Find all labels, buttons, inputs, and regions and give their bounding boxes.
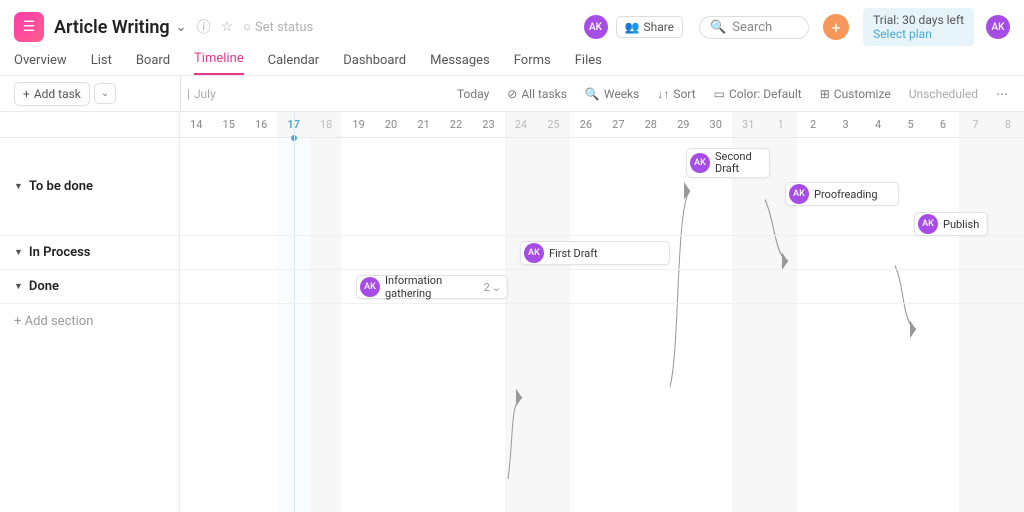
date-1: 1 [764, 112, 796, 137]
unscheduled-button[interactable]: Unscheduled [909, 87, 978, 101]
section-in-process[interactable]: ▼In Process [0, 236, 179, 270]
date-15: 15 [212, 112, 244, 137]
date-14: 14 [180, 112, 212, 137]
chevron-down-icon[interactable]: ⌄ [176, 20, 187, 35]
date-22: 22 [440, 112, 472, 137]
date-2: 2 [797, 112, 829, 137]
date-23: 23 [472, 112, 504, 137]
task-label: Proofreading [814, 188, 878, 201]
tab-files[interactable]: Files [575, 53, 602, 75]
add-task-dropdown[interactable]: ⌄ [94, 83, 116, 104]
color-button[interactable]: ▭ Color: Default [714, 87, 802, 101]
date-16: 16 [245, 112, 277, 137]
date-27: 27 [602, 112, 634, 137]
avatar: AK [789, 184, 809, 204]
section-to-be-done[interactable]: ▼To be done [0, 138, 179, 236]
app-logo[interactable]: ☰ [14, 12, 44, 42]
select-plan-link[interactable]: Select plan [873, 27, 964, 41]
date-6: 6 [927, 112, 959, 137]
caret-down-icon: ▼ [14, 181, 23, 192]
date-3: 3 [829, 112, 861, 137]
task-second-draft[interactable]: AK SecondDraft [686, 148, 770, 178]
star-icon[interactable]: ☆ [221, 19, 234, 35]
add-section-button[interactable]: + Add section [0, 304, 179, 339]
date-19: 19 [342, 112, 374, 137]
task-information-gathering[interactable]: AK Information gathering 2 ⌄ [356, 275, 508, 299]
zoom-weeks[interactable]: 🔍 Weeks [585, 87, 639, 101]
set-status-label: Set status [255, 20, 313, 35]
task-label: SecondDraft [715, 151, 752, 175]
tab-dashboard[interactable]: Dashboard [343, 53, 406, 75]
task-proofreading[interactable]: AK Proofreading [785, 182, 899, 206]
user-avatar[interactable]: AK [986, 15, 1010, 39]
tab-messages[interactable]: Messages [430, 53, 490, 75]
task-label: Publish [943, 218, 979, 231]
avatar: AK [524, 243, 544, 263]
avatar: AK [918, 214, 938, 234]
set-status-button[interactable]: ○ Set status [243, 19, 313, 35]
search-icon: 🔍 [710, 20, 726, 35]
month-label: | July [180, 76, 216, 111]
share-label: Share [643, 20, 674, 34]
date-5: 5 [894, 112, 926, 137]
date-8: 8 [992, 112, 1024, 137]
date-26: 26 [570, 112, 602, 137]
date-25: 25 [537, 112, 569, 137]
tab-list[interactable]: List [91, 53, 112, 75]
task-label: First Draft [549, 247, 598, 260]
tab-forms[interactable]: Forms [514, 53, 551, 75]
trial-text: Trial: 30 days left [873, 13, 964, 27]
share-button[interactable]: 👥Share [616, 16, 684, 38]
date-21: 21 [407, 112, 439, 137]
member-avatar[interactable]: AK [584, 15, 608, 39]
date-30: 30 [700, 112, 732, 137]
date-7: 7 [959, 112, 991, 137]
date-29: 29 [667, 112, 699, 137]
search-input[interactable]: 🔍 Search [699, 16, 809, 39]
info-icon[interactable]: ⓘ [197, 17, 211, 37]
date-28: 28 [635, 112, 667, 137]
people-icon: 👥 [625, 20, 640, 34]
avatar: AK [690, 153, 710, 173]
date-24: 24 [505, 112, 537, 137]
date-31: 31 [732, 112, 764, 137]
date-18: 18 [310, 112, 342, 137]
customize-button[interactable]: ⊞ Customize [820, 87, 891, 101]
subtask-count: 2 ⌄ [484, 281, 501, 294]
tab-overview[interactable]: Overview [14, 53, 67, 75]
task-label: Information gathering [385, 274, 479, 300]
tab-calendar[interactable]: Calendar [268, 53, 320, 75]
date-20: 20 [375, 112, 407, 137]
all-tasks-filter[interactable]: ⊘ All tasks [507, 87, 567, 101]
add-task-button[interactable]: + Add task [14, 82, 90, 106]
task-publish[interactable]: AK Publish [914, 212, 988, 236]
more-icon[interactable]: ⋯ [996, 87, 1010, 101]
today-button[interactable]: Today [457, 87, 489, 101]
timeline-grid[interactable]: 1415161718192021222324252627282930311234… [180, 112, 1024, 512]
sort-button[interactable]: ↓↑ Sort [657, 87, 695, 101]
task-first-draft[interactable]: AK First Draft [520, 241, 670, 265]
trial-banner[interactable]: Trial: 30 days left Select plan [863, 8, 974, 46]
sections-sidebar: ▼To be done ▼In Process ▼Done + Add sect… [0, 112, 180, 512]
create-button[interactable]: + [823, 14, 849, 40]
caret-down-icon: ▼ [14, 247, 23, 258]
tab-timeline[interactable]: Timeline [194, 51, 244, 75]
tab-board[interactable]: Board [136, 53, 170, 75]
section-done[interactable]: ▼Done [0, 270, 179, 304]
view-tabs: Overview List Board Timeline Calendar Da… [0, 46, 1024, 76]
date-4: 4 [862, 112, 894, 137]
caret-down-icon: ▼ [14, 281, 23, 292]
search-placeholder: Search [732, 20, 772, 35]
project-title: Article Writing [54, 17, 170, 38]
avatar: AK [360, 277, 380, 297]
